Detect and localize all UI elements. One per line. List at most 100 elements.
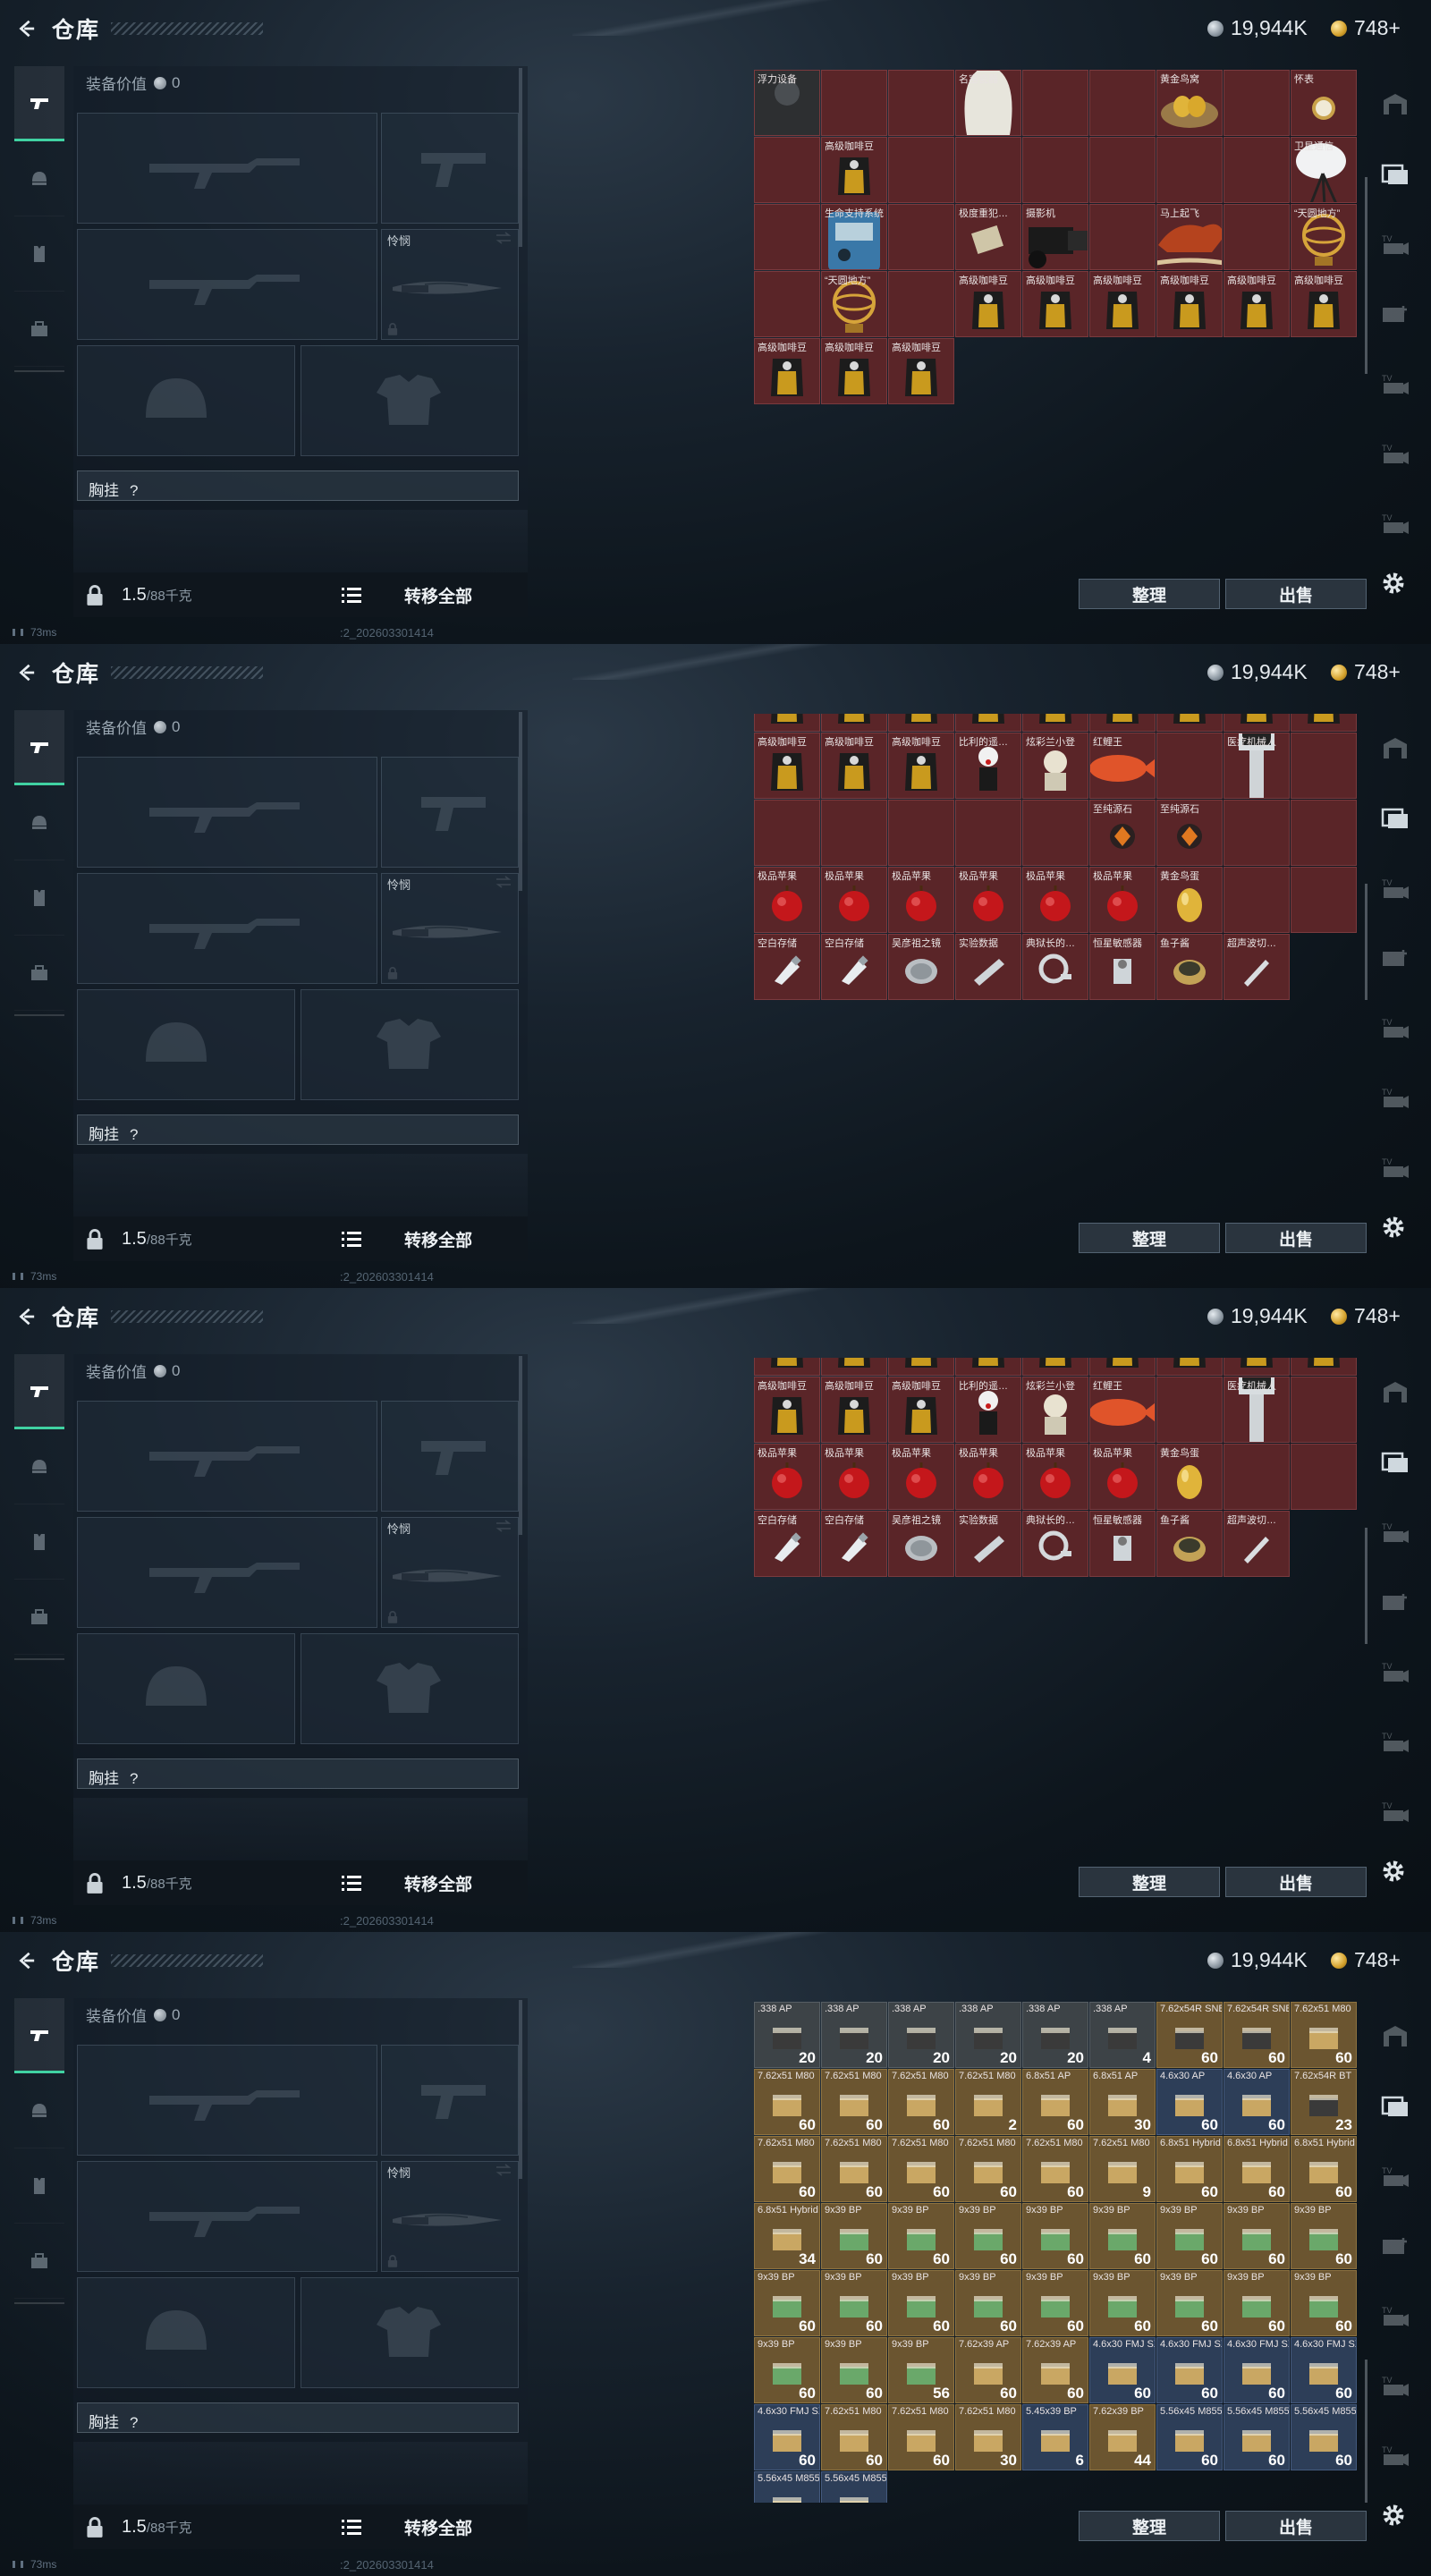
stash-item-cell[interactable] (754, 271, 820, 337)
sell-button[interactable]: 出售 (1225, 1867, 1367, 1897)
ammo-stack[interactable]: 9x39 BP 60 (1224, 2270, 1290, 2336)
stash-item[interactable]: 空白存储 (754, 934, 820, 1000)
vest-tab-icon[interactable] (14, 216, 64, 292)
stash-item-cell[interactable] (821, 70, 887, 136)
stash-item[interactable]: 空白存储 (821, 1511, 887, 1577)
tv-category-icon[interactable]: TV (1368, 1497, 1422, 1567)
swap-icon[interactable] (495, 876, 512, 888)
home-storage-icon[interactable] (1368, 2002, 1422, 2072)
weapons-tab-icon[interactable] (14, 1354, 64, 1429)
stash-item[interactable]: 高级咖啡豆 (1224, 1358, 1290, 1376)
stash-item[interactable]: 卫星通信 (1291, 137, 1357, 203)
sell-button[interactable]: 出售 (1225, 2511, 1367, 2541)
home-storage-icon[interactable] (1368, 1358, 1422, 1428)
stash-item-cell[interactable] (1291, 800, 1357, 866)
tv-category-icon[interactable]: TV (1368, 2420, 1422, 2490)
stash-item-cell[interactable] (888, 800, 954, 866)
stash-scrollbar[interactable] (1365, 2360, 1367, 2503)
ammo-stack[interactable]: 7.62x54R BT 23 (1291, 2069, 1357, 2135)
add-category-icon[interactable] (1368, 279, 1422, 349)
helmet-tab-icon[interactable] (14, 785, 64, 860)
helmet-slot[interactable] (77, 989, 295, 1100)
stash-item[interactable]: 高级咖啡豆 (754, 338, 820, 404)
stash-item[interactable]: 红鲤王 (1089, 1377, 1156, 1443)
pistol-slot[interactable] (381, 757, 519, 868)
ammo-stack[interactable]: 7.62x39 AP 60 (1022, 2337, 1088, 2403)
all-items-icon[interactable] (1368, 2072, 1422, 2141)
add-category-icon[interactable] (1368, 2211, 1422, 2281)
stash-scrollbar[interactable] (1365, 1528, 1367, 1644)
back-arrow-icon[interactable] (13, 1303, 39, 1330)
stash-item[interactable]: 名窑瓷器 (955, 70, 1021, 136)
stash-item[interactable]: 极品苹果 (821, 1444, 887, 1510)
stash-item[interactable]: 红鲤王 (1089, 733, 1156, 799)
ammo-stack[interactable]: 9x39 BP 60 (1089, 2203, 1156, 2269)
ammo-stack[interactable]: 9x39 BP 60 (1089, 2270, 1156, 2336)
gold-currency[interactable]: 748+ (1331, 16, 1401, 40)
ammo-stack[interactable]: 6.8x51 Hybrid 34 (754, 2203, 820, 2269)
stash-item[interactable]: 极品苹果 (888, 1444, 954, 1510)
add-category-icon[interactable] (1368, 923, 1422, 993)
ammo-stack[interactable]: .338 AP 20 (821, 2002, 887, 2068)
stash-item[interactable]: 生命支持系统 (821, 204, 887, 270)
ammo-stack[interactable]: 7.62x54R SNB 60 (1224, 2002, 1290, 2068)
stash-item-cell[interactable] (955, 137, 1021, 203)
ammo-stack[interactable]: 5.56x45 M855A1 (754, 2471, 820, 2503)
stash-item[interactable]: 马上起飞 (1156, 204, 1223, 270)
weapons-tab-icon[interactable] (14, 1998, 64, 2073)
back-arrow-icon[interactable] (13, 1947, 39, 1974)
tv-category-icon[interactable]: TV (1368, 2141, 1422, 2211)
stash-item-cell[interactable] (1224, 137, 1290, 203)
stash-item[interactable]: 高级咖啡豆 (1089, 714, 1156, 732)
transfer-all-button[interactable]: 转移全部 (404, 2515, 472, 2539)
backpack-tab-icon[interactable] (14, 936, 64, 1011)
ammo-stack[interactable]: 6.8x51 AP 30 (1089, 2069, 1156, 2135)
gold-currency[interactable]: 748+ (1331, 1948, 1401, 1972)
stash-item[interactable]: 高级咖啡豆 (1224, 271, 1290, 337)
tv-category-icon[interactable]: TV (1368, 1063, 1422, 1132)
ammo-stack[interactable]: 7.62x51 M80 60 (821, 2136, 887, 2202)
ammo-stack[interactable]: 7.62x51 M80 60 (821, 2069, 887, 2135)
stash-item[interactable]: 医疗机械人 (1224, 733, 1290, 799)
stash-item-cell[interactable] (1224, 800, 1290, 866)
stash-item[interactable]: 吴彦祖之镜 (888, 934, 954, 1000)
stash-item[interactable]: 极品苹果 (1022, 1444, 1088, 1510)
stash-item[interactable]: 至纯源石 (1156, 800, 1223, 866)
ammo-stack[interactable]: 9x39 BP 56 (888, 2337, 954, 2403)
stash-item-cell[interactable] (1089, 204, 1156, 270)
stash-item[interactable]: 高级咖啡豆 (1022, 1358, 1088, 1376)
ammo-stack[interactable]: .338 AP 20 (754, 2002, 820, 2068)
tv-category-icon[interactable]: TV (1368, 419, 1422, 488)
helmet-slot[interactable] (77, 2277, 295, 2388)
secondary-weapon-slot[interactable] (77, 229, 377, 340)
stash-item[interactable]: 高级咖啡豆 (1156, 714, 1223, 732)
stash-grid-viewport[interactable]: 高级咖啡豆高级咖啡豆高级咖啡豆高级咖啡豆高级咖啡豆高级咖啡豆高级咖啡豆高级咖啡豆… (754, 714, 1362, 1215)
stash-item[interactable]: 鱼子酱 (1156, 934, 1223, 1000)
sell-button[interactable]: 出售 (1225, 1223, 1367, 1253)
ammo-stack[interactable]: 4.6x30 FMJ SX 60 (1156, 2337, 1223, 2403)
ammo-stack[interactable]: 7.62x51 M80 60 (1022, 2136, 1088, 2202)
settings-gear-icon[interactable] (1379, 1213, 1408, 1241)
ammo-stack[interactable]: 9x39 BP 60 (754, 2270, 820, 2336)
ammo-stack[interactable]: 9x39 BP 60 (1156, 2270, 1223, 2336)
stash-item[interactable]: 浮力设备 (754, 70, 820, 136)
stash-item[interactable]: 比利的遥… (955, 1377, 1021, 1443)
tv-category-icon[interactable]: TV (1368, 993, 1422, 1063)
home-storage-icon[interactable] (1368, 714, 1422, 784)
gold-currency[interactable]: 748+ (1331, 1304, 1401, 1328)
ammo-stack[interactable]: 4.6x30 FMJ SX 60 (1224, 2337, 1290, 2403)
stash-item[interactable]: 极品苹果 (1089, 1444, 1156, 1510)
stash-item-cell[interactable] (1224, 70, 1290, 136)
stash-item[interactable]: “天圆地方” (1291, 204, 1357, 270)
stash-item[interactable]: 极品苹果 (955, 1444, 1021, 1510)
stash-item[interactable]: 吴彦祖之镜 (888, 1511, 954, 1577)
ammo-stack[interactable]: 9x39 BP 60 (1022, 2270, 1088, 2336)
stash-item[interactable]: 高级咖啡豆 (1291, 714, 1357, 732)
ammo-stack[interactable]: 7.62x51 M80 60 (754, 2136, 820, 2202)
ammo-stack[interactable]: 9x39 BP 60 (1156, 2203, 1223, 2269)
stash-item[interactable]: 比利的遥… (955, 733, 1021, 799)
stash-item[interactable]: 高级咖啡豆 (888, 733, 954, 799)
ammo-stack[interactable]: 7.62x39 AP 60 (955, 2337, 1021, 2403)
tv-category-icon[interactable]: TV (1368, 1637, 1422, 1707)
stash-item-cell[interactable] (754, 800, 820, 866)
